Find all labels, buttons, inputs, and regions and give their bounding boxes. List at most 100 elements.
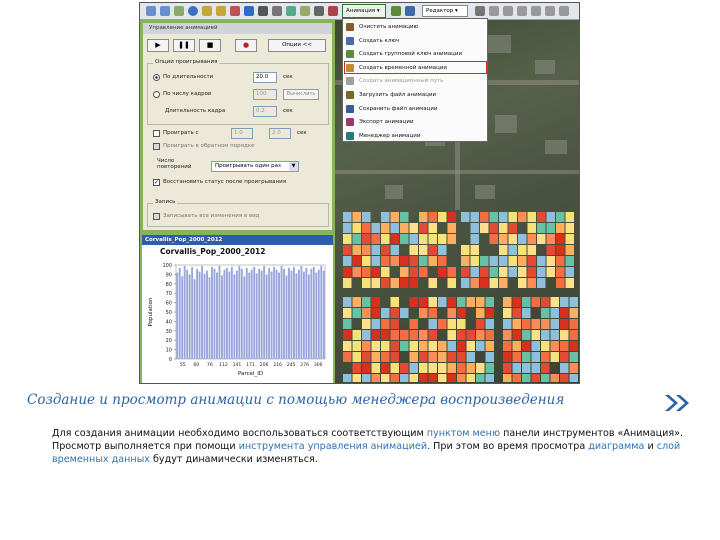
menu-item-icon <box>346 91 354 99</box>
parcel-polygon <box>476 308 485 318</box>
restore-checkbox[interactable]: ✓ <box>153 179 160 186</box>
menu-item[interactable]: Создать анимационный путь <box>343 75 487 87</box>
parcel-polygon <box>537 267 546 277</box>
y-tick-label: 10 <box>166 348 172 354</box>
parcel-polygon <box>480 267 489 277</box>
parcel-polygon <box>470 256 479 266</box>
menu-item[interactable]: Экспорт анимации <box>343 116 487 128</box>
frames-field[interactable]: 100 <box>253 89 277 100</box>
parcel-polygon <box>400 278 409 288</box>
parcel-polygon <box>560 363 569 373</box>
parcel-polygon <box>518 234 527 244</box>
play-button[interactable]: ▶ <box>147 39 169 52</box>
parcel-polygon <box>343 374 352 382</box>
parcel-polygon <box>371 352 380 362</box>
parcel-polygon <box>569 308 578 318</box>
parcel-polygon <box>409 341 418 351</box>
parcel-polygon <box>546 212 555 222</box>
data-bar <box>270 271 273 359</box>
parcel-polygon <box>522 363 531 373</box>
zoom-in-icon[interactable] <box>146 6 156 16</box>
sketch-properties-icon[interactable] <box>559 6 569 16</box>
close-icon[interactable] <box>328 6 338 16</box>
data-bar <box>176 272 179 359</box>
parcel-polygon <box>560 374 569 382</box>
menu-item[interactable]: Менеджер анимации <box>343 130 487 142</box>
zoom-out-icon[interactable] <box>160 6 170 16</box>
menu-item[interactable]: Сохранить файл анимации <box>343 103 487 115</box>
frame-length-field[interactable]: 0.2 <box>253 106 277 117</box>
identify-icon[interactable] <box>300 6 310 16</box>
measure-icon[interactable] <box>272 6 282 16</box>
hyperlink-icon[interactable] <box>286 6 296 16</box>
find-icon[interactable] <box>258 6 268 16</box>
rotate-icon[interactable] <box>531 6 541 16</box>
edit-tool-icon[interactable] <box>475 6 485 16</box>
record-checkbox[interactable] <box>153 213 160 220</box>
select-icon[interactable] <box>230 6 240 16</box>
parcel-polygon <box>419 341 428 351</box>
parcel-polygon <box>541 330 550 340</box>
parcel-polygon <box>480 223 489 233</box>
parcel-polygon <box>512 341 521 351</box>
menu-item[interactable]: Создать групповой ключ анимации <box>343 48 487 60</box>
parcel-polygon <box>400 234 409 244</box>
editor-dropdown[interactable]: Редактор ▾ <box>422 5 468 17</box>
capture-view-icon[interactable] <box>405 6 415 16</box>
data-bar <box>235 270 238 359</box>
menu-item[interactable]: Очистить анимацию <box>343 21 487 33</box>
duration-radio[interactable] <box>153 74 160 81</box>
animation-menu-button[interactable]: Анимация ▾ <box>342 4 386 18</box>
parcel-polygon <box>522 308 531 318</box>
chevron-down-icon[interactable]: ▼ <box>289 162 298 171</box>
parcel-polygon <box>419 330 428 340</box>
play-range-checkbox[interactable] <box>153 130 160 137</box>
compute-button[interactable]: Вычислить <box>283 89 319 100</box>
range-to-field[interactable]: 2.0 <box>269 128 291 139</box>
reverse-checkbox[interactable] <box>153 143 160 150</box>
vertex-icon[interactable] <box>503 6 513 16</box>
parcel-polygon <box>390 256 399 266</box>
range-from-field[interactable]: 1.0 <box>231 128 253 139</box>
parcel-polygon <box>438 363 447 373</box>
parcel-polygon <box>362 267 371 277</box>
time-slider-icon[interactable] <box>314 6 324 16</box>
pause-button[interactable]: ❚❚ <box>173 39 195 52</box>
back-icon[interactable] <box>202 6 212 16</box>
x-tick-label: 141 <box>233 362 242 368</box>
parcel-polygon <box>362 374 371 382</box>
body-text-part: Для создания анимации необходимо восполь… <box>52 428 427 439</box>
parcel-polygon <box>489 256 498 266</box>
record-button[interactable]: ● <box>235 39 257 52</box>
sketch-icon[interactable] <box>489 6 499 16</box>
split-icon[interactable] <box>517 6 527 16</box>
data-bar <box>216 272 218 359</box>
globe-icon[interactable] <box>188 6 198 16</box>
duration-field[interactable]: 20.0 <box>253 72 277 83</box>
parcel-polygon <box>556 234 565 244</box>
attributes-icon[interactable] <box>545 6 555 16</box>
parcel-polygon <box>476 319 485 329</box>
data-bar <box>198 271 201 359</box>
x-tick-label: 216 <box>273 362 282 368</box>
options-button[interactable]: Опции << <box>268 39 326 52</box>
parcel-polygon <box>447 341 456 351</box>
frames-radio[interactable] <box>153 91 160 98</box>
stop-button[interactable]: ■ <box>199 39 221 52</box>
parcel-polygon <box>522 330 531 340</box>
data-bar <box>265 274 268 359</box>
map-building <box>485 35 511 53</box>
parcel-polygon <box>531 330 540 340</box>
info-icon[interactable] <box>244 6 254 16</box>
parcel-polygon <box>565 223 574 233</box>
parcel-polygon <box>503 374 512 382</box>
parcel-polygon <box>470 212 479 222</box>
forward-icon[interactable] <box>216 6 226 16</box>
menu-item[interactable]: Создать ключ <box>343 35 487 47</box>
repeat-select[interactable]: Проигрывать один раз ▼ <box>211 161 299 172</box>
pan-icon[interactable] <box>174 6 184 16</box>
data-bar <box>233 274 236 359</box>
animation-controls-icon[interactable] <box>391 6 401 16</box>
menu-item[interactable]: Загрузить файл анимации <box>343 89 487 101</box>
parcel-polygon <box>352 374 361 382</box>
